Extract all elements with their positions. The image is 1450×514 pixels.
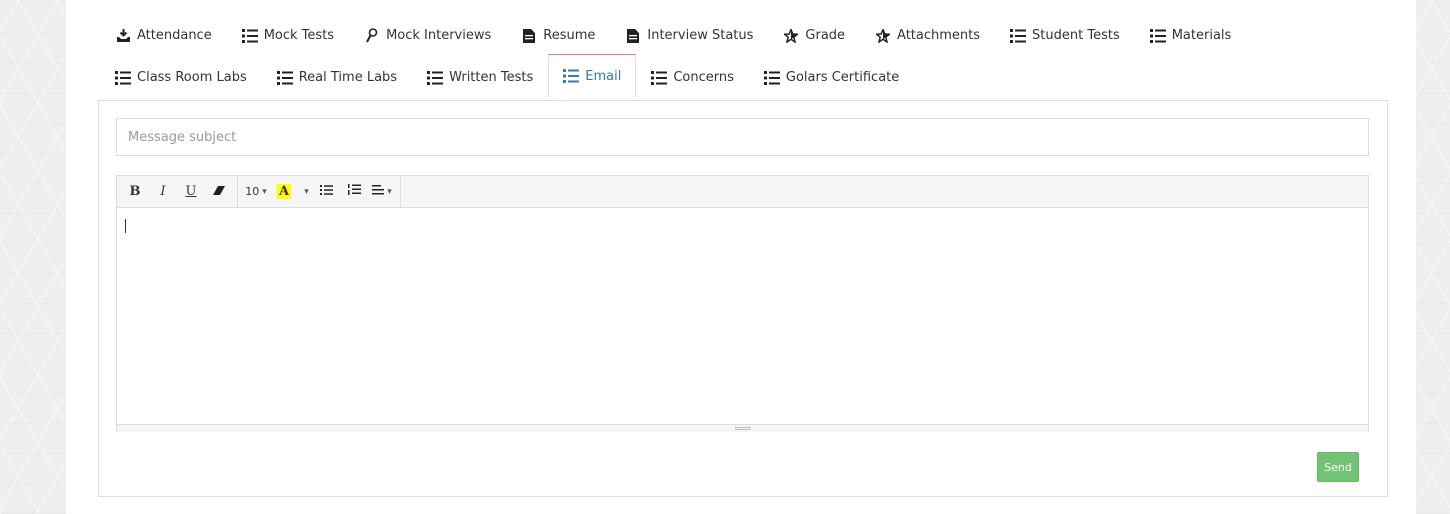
- tab-written-tests[interactable]: Written Tests: [412, 58, 548, 96]
- tab-materials[interactable]: Materials: [1135, 16, 1247, 54]
- tab-label: Mock Tests: [263, 28, 335, 43]
- bold-label: B: [129, 184, 141, 199]
- tab-golars-certificate[interactable]: Golars Certificate: [749, 58, 914, 96]
- list-icon: [276, 70, 293, 86]
- tab-label: Attendance: [137, 28, 212, 43]
- tab-label: Real Time Labs: [298, 70, 398, 85]
- tab-concerns[interactable]: Concerns: [636, 58, 749, 96]
- unordered-list-icon: [319, 184, 333, 199]
- tab-interview-status[interactable]: Interview Status: [610, 16, 768, 54]
- caret-down-icon: ▾: [304, 186, 309, 197]
- clear-format-button[interactable]: [205, 176, 233, 207]
- font-size-value: 10: [245, 185, 260, 198]
- tab-label: Concerns: [673, 70, 734, 85]
- tab-label: Class Room Labs: [137, 70, 247, 85]
- bold-button[interactable]: B: [121, 176, 149, 207]
- tab-class-room-labs[interactable]: Class Room Labs: [98, 58, 262, 96]
- tab-label: Written Tests: [449, 70, 534, 85]
- list-icon: [1010, 28, 1027, 44]
- caret-down-icon: ▾: [387, 186, 392, 197]
- editor-toolbar: B I U 10 ▾ A ▾ ▾: [117, 176, 1368, 208]
- list-icon: [651, 70, 668, 86]
- italic-button[interactable]: I: [149, 176, 177, 207]
- tab-label: Email: [585, 68, 622, 84]
- tab-email[interactable]: Email: [548, 54, 637, 97]
- download-tray-icon: [115, 28, 131, 44]
- font-size-group: 10 ▾ A ▾ ▾: [238, 176, 401, 207]
- caret-down-icon: ▾: [262, 186, 267, 197]
- tab-mock-tests[interactable]: Mock Tests: [227, 16, 349, 54]
- list-icon: [763, 70, 780, 86]
- tab-label: Student Tests: [1032, 28, 1120, 43]
- document-icon: [625, 28, 641, 44]
- font-size-dropdown[interactable]: 10 ▾: [242, 176, 270, 207]
- tab-label: Interview Status: [647, 28, 754, 43]
- tab-row-2: Class Room Labs Real Time Labs Written T…: [98, 54, 1398, 97]
- editor-resize-handle[interactable]: [117, 424, 1368, 432]
- tab-mock-interviews[interactable]: Mock Interviews: [349, 16, 506, 54]
- tab-row-1: Attendance Mock Tests Mock Interviews Re…: [98, 0, 1398, 58]
- tab-bar: Attendance Mock Tests Mock Interviews Re…: [98, 0, 1398, 97]
- eraser-icon: [213, 184, 225, 199]
- tab-attachments[interactable]: Attachments: [860, 16, 995, 54]
- underline-label: U: [185, 184, 197, 199]
- email-panel: B I U 10: [98, 100, 1388, 497]
- page-container: Attendance Mock Tests Mock Interviews Re…: [66, 0, 1416, 514]
- document-icon: [521, 28, 537, 44]
- font-style-group: B I U: [117, 176, 238, 207]
- send-button[interactable]: Send: [1317, 452, 1359, 482]
- message-body-editor[interactable]: [117, 208, 1368, 424]
- tab-student-tests[interactable]: Student Tests: [995, 16, 1135, 54]
- list-icon: [115, 70, 131, 86]
- highlight-color-button[interactable]: A: [270, 176, 298, 207]
- highlight-label: A: [276, 184, 292, 199]
- tab-label: Golars Certificate: [785, 70, 900, 85]
- tab-real-time-labs[interactable]: Real Time Labs: [262, 58, 412, 96]
- paragraph-align-dropdown[interactable]: ▾: [368, 176, 396, 207]
- grip-icon: [734, 427, 751, 430]
- rich-text-editor: B I U 10 ▾ A ▾ ▾: [116, 175, 1369, 432]
- tab-attendance[interactable]: Attendance: [98, 16, 227, 54]
- ordered-list-icon: [347, 184, 361, 199]
- tab-label: Attachments: [897, 28, 981, 43]
- align-left-icon: [372, 184, 385, 199]
- italic-label: I: [160, 184, 166, 199]
- color-dropdown[interactable]: ▾: [298, 176, 312, 207]
- tab-resume[interactable]: Resume: [506, 16, 610, 54]
- tab-label: Grade: [805, 28, 846, 43]
- tab-label: Mock Interviews: [386, 28, 492, 43]
- message-subject-input[interactable]: [116, 118, 1369, 156]
- unordered-list-button[interactable]: [312, 176, 340, 207]
- list-icon: [241, 28, 258, 44]
- list-icon: [427, 70, 444, 86]
- tab-label: Materials: [1171, 28, 1232, 43]
- tab-label: Resume: [543, 28, 596, 43]
- star-icon: [875, 28, 891, 44]
- list-icon: [563, 68, 580, 84]
- underline-button[interactable]: U: [177, 176, 205, 207]
- star-icon: [783, 28, 799, 44]
- magnifier-icon: [364, 28, 380, 44]
- tab-grade[interactable]: Grade: [768, 16, 860, 54]
- text-cursor: [125, 219, 126, 233]
- list-icon: [1149, 28, 1166, 44]
- ordered-list-button[interactable]: [340, 176, 368, 207]
